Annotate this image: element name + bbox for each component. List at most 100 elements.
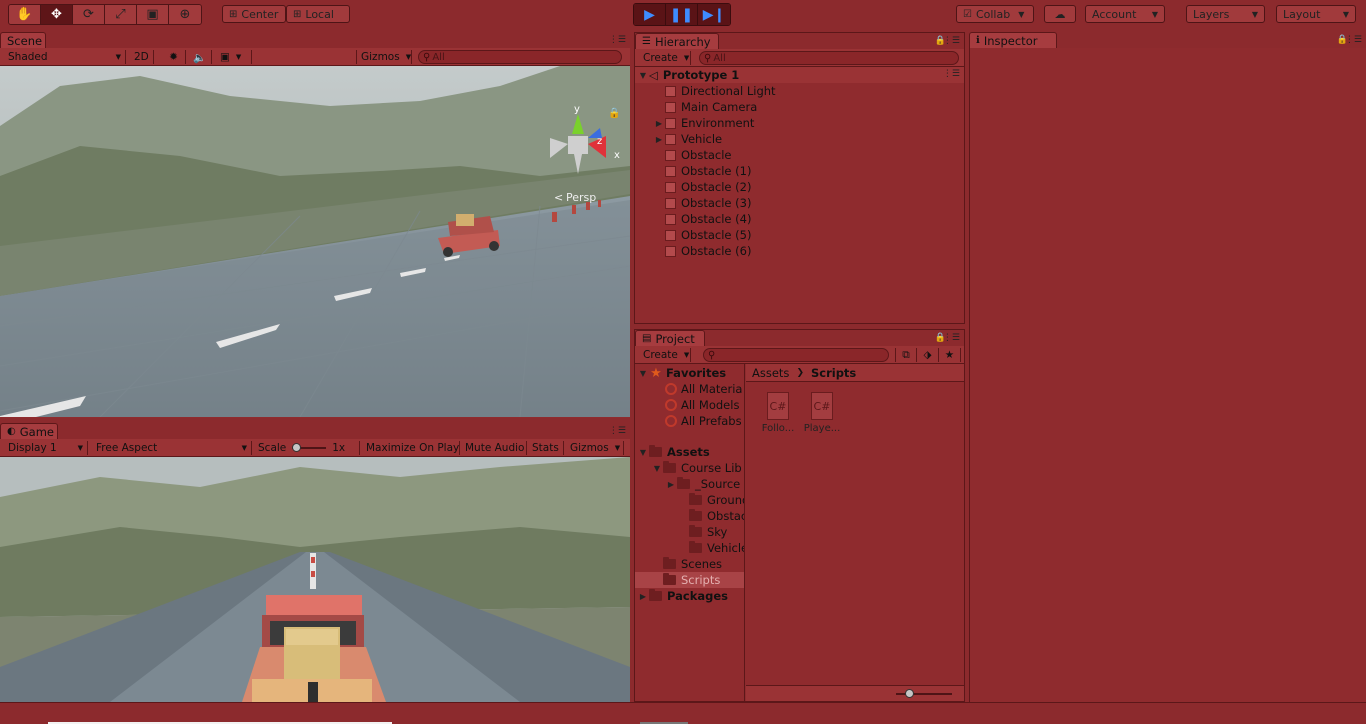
scene-header-row[interactable]: ▼ ◁ Prototype 1 ⋮☰ <box>635 67 964 83</box>
audio-toggle[interactable]: 🔈 <box>188 50 212 64</box>
hierarchy-item[interactable]: Obstacle (5) <box>653 227 751 243</box>
hierarchy-item[interactable]: ▶ Environment <box>653 115 755 131</box>
save-search-button[interactable]: ★ <box>939 348 961 362</box>
hierarchy-create-dropdown[interactable]: Create ▼ <box>639 51 691 65</box>
project-search-input[interactable]: ⚲ <box>703 348 889 362</box>
game-gizmos-dropdown[interactable]: Gizmos ▼ <box>566 441 624 455</box>
layers-dropdown[interactable]: Layers ▼ <box>1186 5 1265 23</box>
favorite-item[interactable]: All Models <box>665 397 739 413</box>
scene-gizmos-dropdown[interactable]: Gizmos ▼ <box>356 50 412 64</box>
favorites-section[interactable]: ▼ ★ Favorites <box>637 365 726 381</box>
expand-arrow-icon[interactable]: ▼ <box>637 71 649 80</box>
layout-dropdown[interactable]: Layout ▼ <box>1276 5 1356 23</box>
chevron-down-icon: ▼ <box>405 53 412 61</box>
asset-folder-item[interactable]: Ground <box>677 492 744 508</box>
pause-button[interactable]: ❚❚ <box>666 4 698 25</box>
expand-arrow-icon[interactable]: ▼ <box>637 448 649 457</box>
asset-folder-item[interactable]: ▼ Course Lib <box>651 460 742 476</box>
panel-menu-icon[interactable]: ⋮☰ <box>609 35 626 45</box>
asset-folder-item[interactable]: ▶ _Source <box>665 476 740 492</box>
scene-search-input[interactable]: ⚲ All <box>418 50 622 64</box>
move-tool-button[interactable]: ✥ <box>41 5 73 24</box>
hierarchy-item[interactable]: ▶ Vehicle <box>653 131 722 147</box>
expand-arrow-icon[interactable]: ▶ <box>653 135 665 144</box>
tab-hierarchy[interactable]: ☰ Hierarchy <box>635 33 719 49</box>
scene-viewport[interactable]: y x z Persp < 🔒 <box>0 66 630 417</box>
lighting-toggle[interactable]: ✹ <box>162 50 186 64</box>
hierarchy-item[interactable]: Obstacle (2) <box>653 179 751 195</box>
scale-slider-track[interactable] <box>292 443 327 452</box>
packages-section[interactable]: ▶ Packages <box>637 588 728 604</box>
asset-folder-item[interactable]: Vehicles <box>677 540 744 556</box>
stats-toggle[interactable]: Stats <box>528 441 564 455</box>
asset-folder-item[interactable]: Scripts <box>635 572 744 588</box>
expand-arrow-icon[interactable]: ▶ <box>665 480 677 489</box>
pivot-center-button[interactable]: ⊞ Center <box>222 5 286 23</box>
effects-dropdown[interactable]: ▣ ▼ <box>216 50 252 64</box>
tab-inspector[interactable]: ℹ Inspector <box>969 32 1057 48</box>
filter-by-type-button[interactable]: ⧉ <box>895 348 917 362</box>
expand-arrow-icon[interactable]: ▼ <box>637 369 649 378</box>
asset-folder-label: Obstacle <box>707 509 744 523</box>
scene-toolbar: Shaded ▼ 2D ✹ 🔈 ▣ ▼ Gizmos ▼ ⚲ All <box>0 48 630 66</box>
asset-folder-item[interactable]: Sky <box>677 524 727 540</box>
rotate-tool-button[interactable]: ⟳ <box>73 5 105 24</box>
hierarchy-item[interactable]: Main Camera <box>653 99 757 115</box>
hierarchy-item[interactable]: Directional Light <box>653 83 776 99</box>
play-button[interactable]: ▶ <box>634 4 666 25</box>
project-create-dropdown[interactable]: Create ▼ <box>639 348 691 362</box>
step-button[interactable]: ▶❙ <box>698 4 730 25</box>
space-local-button[interactable]: ⊞ Local <box>286 5 350 23</box>
hierarchy-item[interactable]: Obstacle (3) <box>653 195 751 211</box>
tab-scene[interactable]: Scene <box>0 32 46 48</box>
account-dropdown[interactable]: Account ▼ <box>1085 5 1165 23</box>
scale-tool-button[interactable]: ⤢ <box>105 5 137 24</box>
rect-tool-button[interactable]: ▣ <box>137 5 169 24</box>
cloud-icon: ☁ <box>1054 7 1066 21</box>
breadcrumb-assets[interactable]: Assets <box>752 366 789 380</box>
scale-slider[interactable]: Scale 1x <box>254 441 360 455</box>
breadcrumb-scripts[interactable]: Scripts <box>811 366 856 380</box>
scene-options-icon[interactable]: ⋮☰ <box>943 69 960 79</box>
panel-menu-icon[interactable]: ⋮☰ <box>943 333 960 343</box>
asset-folder-item[interactable]: Scenes <box>651 556 722 572</box>
tab-project[interactable]: ▤ Project <box>635 330 705 346</box>
display-dropdown[interactable]: Display 1 ▼ <box>4 441 88 455</box>
hierarchy-item-label: Main Camera <box>681 100 758 114</box>
expand-arrow-icon[interactable]: ▶ <box>637 592 649 601</box>
hierarchy-item[interactable]: Obstacle (1) <box>653 163 751 179</box>
scene-tabbar: Scene ⋮☰ <box>0 32 630 48</box>
icon-size-slider-knob[interactable] <box>905 689 914 698</box>
hierarchy-item[interactable]: Obstacle <box>653 147 732 163</box>
maximize-on-play-toggle[interactable]: Maximize On Play <box>362 441 460 455</box>
hierarchy-search-input[interactable]: ⚲ All <box>699 51 959 65</box>
hierarchy-item-label: Obstacle (1) <box>681 164 752 178</box>
cloud-button[interactable]: ☁ <box>1044 5 1076 23</box>
expand-arrow-icon[interactable]: ▶ <box>653 119 665 128</box>
mode-2d-toggle[interactable]: 2D <box>130 50 154 64</box>
collab-button[interactable]: ☑ Collab ▼ <box>956 5 1034 23</box>
panel-menu-icon[interactable]: ⋮☰ <box>609 426 626 436</box>
filter-by-label-button[interactable]: ⬗ <box>917 348 939 362</box>
panel-menu-icon[interactable]: ⋮☰ <box>943 36 960 46</box>
assets-section[interactable]: ▼ Assets <box>637 444 710 460</box>
hierarchy-item[interactable]: Obstacle (4) <box>653 211 751 227</box>
aspect-dropdown[interactable]: Free Aspect ▼ <box>92 441 252 455</box>
transform-tool-button[interactable]: ⊕ <box>169 5 201 24</box>
panel-menu-icon[interactable]: ⋮☰ <box>1345 35 1362 45</box>
scale-slider-knob[interactable] <box>292 443 302 452</box>
hierarchy-item[interactable]: Obstacle (6) <box>653 243 751 259</box>
asset-folder-item[interactable]: Obstacle <box>677 508 744 524</box>
script-asset-player[interactable]: C# Playe... <box>800 392 844 434</box>
favorite-item[interactable]: All Prefabs <box>665 413 742 429</box>
scene-render: y x z Persp < 🔒 <box>0 66 630 417</box>
tab-game[interactable]: ◐ Game <box>0 423 58 439</box>
shading-mode-dropdown[interactable]: Shaded ▼ <box>4 50 126 64</box>
favorite-item[interactable]: All Materia <box>665 381 742 397</box>
game-viewport[interactable] <box>0 457 630 702</box>
script-asset-follow[interactable]: C# Follo... <box>756 392 800 434</box>
game-panel: ◐ Game ⋮☰ Display 1 ▼ Free Aspect ▼ Scale 1… <box>0 423 630 702</box>
mute-audio-toggle[interactable]: Mute Audio <box>461 441 527 455</box>
expand-arrow-icon[interactable]: ▼ <box>651 464 663 473</box>
hand-tool-button[interactable]: ✋ <box>9 5 41 24</box>
